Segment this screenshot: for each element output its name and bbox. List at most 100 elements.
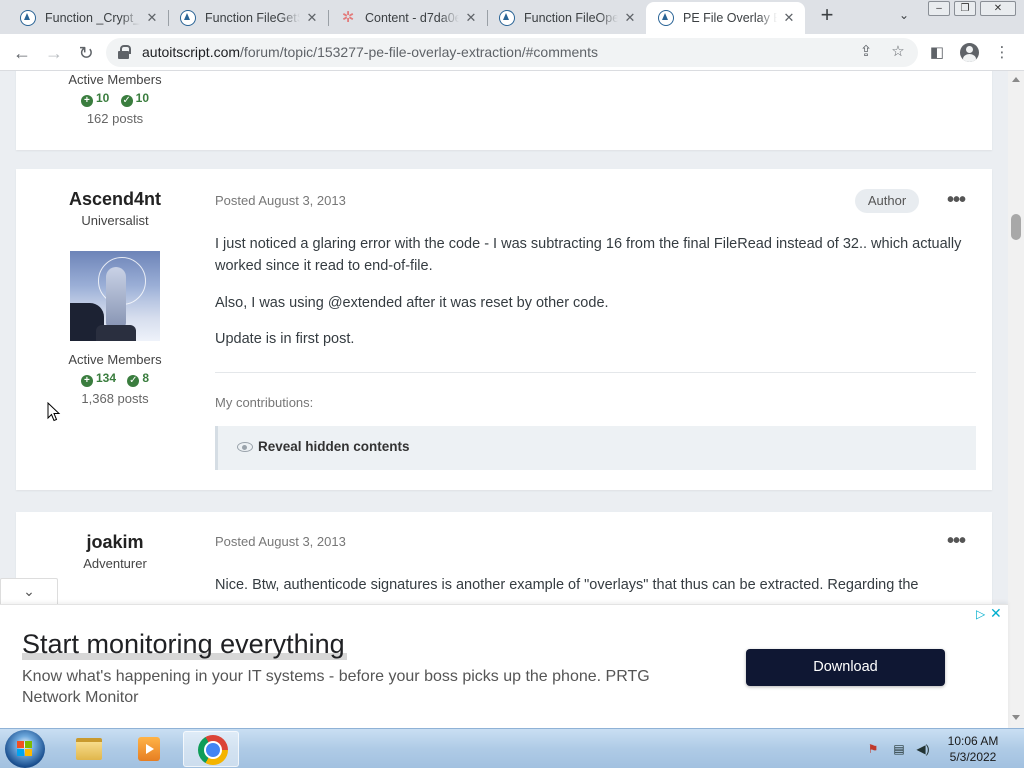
start-button[interactable] <box>5 730 45 768</box>
author-badge: Author <box>855 189 919 213</box>
check-circle-icon: ✓ <box>120 95 133 107</box>
close-icon[interactable]: ✕ <box>144 10 160 26</box>
taskbar-media-player[interactable] <box>120 731 176 767</box>
advertisement-banner[interactable]: Start monitoring everything Know what's … <box>0 604 1008 728</box>
tab-label: Content - d7da0e <box>365 11 459 25</box>
reveal-hidden-contents-button[interactable]: Reveal hidden contents <box>215 426 976 470</box>
more-options-icon[interactable]: ••• <box>944 190 968 210</box>
back-arrow-icon[interactable]: ← <box>10 41 34 65</box>
clock-time: 10:06 AM <box>947 734 999 748</box>
scroll-down-arrow-icon[interactable] <box>1012 715 1020 720</box>
autoit-icon <box>658 10 674 26</box>
reload-icon[interactable]: ↻ <box>74 41 98 65</box>
reputation-count: 10 <box>95 91 110 105</box>
posted-date-link[interactable]: Posted August 3, 2013 <box>215 534 346 549</box>
member-group: Active Members <box>68 72 162 87</box>
ad-title[interactable]: Start monitoring everything <box>22 629 347 660</box>
post-count: 162 posts <box>86 111 144 126</box>
tab-pe-file-overlay[interactable]: PE File Overlay Ex ✕ <box>646 2 805 34</box>
autoit-icon <box>20 10 36 26</box>
address-bar[interactable]: autoitscript.com/forum/topic/153277-pe-f… <box>106 38 918 67</box>
post-paragraph: Update is in first post. <box>215 331 355 347</box>
windows-taskbar: ⚑ ▤ ◀) 10:06 AM 5/3/2022 <box>0 728 1024 768</box>
tab-content[interactable]: ✲ Content - d7da0e ✕ <box>328 2 487 34</box>
member-group: Active Members <box>68 352 162 367</box>
solutions-count: 10 <box>135 91 150 105</box>
previous-post-author-info: Active Members +10 ✓ 10 162 posts <box>16 72 214 126</box>
scrollbar-thumb[interactable] <box>1011 214 1021 240</box>
close-icon[interactable]: ✕ <box>463 10 479 26</box>
reveal-label: Reveal hidden contents <box>258 439 410 454</box>
post-paragraph: Also, I was using @extended after it was… <box>215 295 609 311</box>
check-circle-icon: ✓ <box>127 375 140 387</box>
tab-label: Function _Crypt_E <box>45 11 140 25</box>
bookmark-star-icon[interactable]: ☆ <box>888 42 908 62</box>
previous-post-card: Active Members +10 ✓ 10 162 posts <box>16 71 992 150</box>
tab-crypt[interactable]: Function _Crypt_E ✕ <box>8 2 168 34</box>
forum-page: Active Members +10 ✓ 10 162 posts Ascend4… <box>0 71 1008 604</box>
plus-circle-icon: + <box>80 375 93 387</box>
tab-label: Function FileOpe <box>524 11 618 25</box>
close-icon[interactable]: ✕ <box>304 10 320 26</box>
adchoices-icon[interactable]: ▷ <box>976 607 985 621</box>
reputation-count: 134 <box>95 371 116 385</box>
ad-close-icon[interactable]: ✕ <box>990 605 1002 622</box>
eye-icon <box>237 442 253 452</box>
close-icon[interactable]: ✕ <box>622 10 638 26</box>
new-tab-button[interactable]: + <box>816 4 838 27</box>
member-title: Universalist <box>81 213 149 228</box>
share-icon[interactable]: ⇪ <box>856 42 876 62</box>
clock-date: 5/3/2022 <box>949 750 997 764</box>
ad-description[interactable]: Know what's happening in your IT systems… <box>22 666 712 708</box>
post-paragraph: I just noticed a glaring error with the … <box>215 236 962 274</box>
ad-download-button[interactable]: Download <box>746 649 945 686</box>
post-card-ascend4nt: Ascend4nt Universalist Active Members +1… <box>16 169 992 490</box>
volume-icon[interactable]: ◀) <box>916 742 930 756</box>
window-close-button[interactable]: ✕ <box>980 1 1016 16</box>
close-icon[interactable]: ✕ <box>781 10 797 26</box>
solutions-count: 8 <box>142 371 150 385</box>
network-icon[interactable]: ▤ <box>892 742 906 756</box>
tab-filegets[interactable]: Function FileGetS ✕ <box>168 2 328 34</box>
chrome-icon <box>198 735 228 765</box>
plus-circle-icon: + <box>80 95 93 107</box>
post-author-info: joakim Adventurer <box>16 532 214 571</box>
page-scrollbar[interactable] <box>1008 71 1024 728</box>
url-text[interactable]: autoitscript.com/forum/topic/153277-pe-f… <box>142 44 598 60</box>
author-name-link[interactable]: Ascend4nt <box>16 189 214 210</box>
tab-strip: Function _Crypt_E ✕ Function FileGetS ✕ … <box>0 0 1024 34</box>
member-title: Adventurer <box>83 556 147 571</box>
reputation-stats: +10 ✓ 10 <box>16 91 214 107</box>
restore-button[interactable]: ❐ <box>954 1 976 16</box>
browser-toolbar: ← → ↻ autoitscript.com/forum/topic/15327… <box>0 34 1024 71</box>
signature-divider <box>215 372 976 373</box>
media-player-icon <box>138 737 160 761</box>
scroll-up-arrow-icon[interactable] <box>1012 77 1020 82</box>
more-options-icon[interactable]: ••• <box>944 531 968 551</box>
taskbar-file-explorer[interactable] <box>60 731 116 767</box>
profile-avatar-icon[interactable] <box>960 43 979 62</box>
post-author-info: Ascend4nt Universalist Active Members +1… <box>16 189 214 406</box>
signature-label: My contributions: <box>215 395 314 410</box>
taskbar-chrome[interactable] <box>183 731 239 767</box>
tab-fileopen[interactable]: Function FileOpe ✕ <box>487 2 646 34</box>
folder-icon <box>76 738 102 760</box>
post-count: 1,368 posts <box>81 391 149 406</box>
kebab-menu-icon[interactable]: ⋮ <box>992 43 1012 63</box>
tab-label: Function FileGetS <box>205 11 300 25</box>
post-paragraph: Nice. Btw, authenticode signatures is an… <box>215 577 919 593</box>
system-clock[interactable]: 10:06 AM 5/3/2022 <box>934 733 1012 765</box>
ad-collapse-chevron-icon[interactable]: ⌄ <box>0 578 58 604</box>
minimize-button[interactable]: – <box>928 1 950 16</box>
lock-icon[interactable] <box>118 45 131 59</box>
tab-label: PE File Overlay Ex <box>683 11 777 25</box>
posted-date-link[interactable]: Posted August 3, 2013 <box>215 193 346 208</box>
flag-alert-icon[interactable]: ⚑ <box>866 742 880 756</box>
reputation-stats: +134 ✓ 8 <box>16 371 214 387</box>
forward-arrow-icon[interactable]: → <box>42 41 66 65</box>
author-name-link[interactable]: joakim <box>16 532 214 553</box>
side-panel-icon[interactable]: ◧ <box>927 43 947 63</box>
post-card-joakim: joakim Adventurer Posted August 3, 2013 … <box>16 512 992 604</box>
chevron-down-icon[interactable]: ⌄ <box>896 8 912 24</box>
avatar[interactable] <box>70 251 160 341</box>
